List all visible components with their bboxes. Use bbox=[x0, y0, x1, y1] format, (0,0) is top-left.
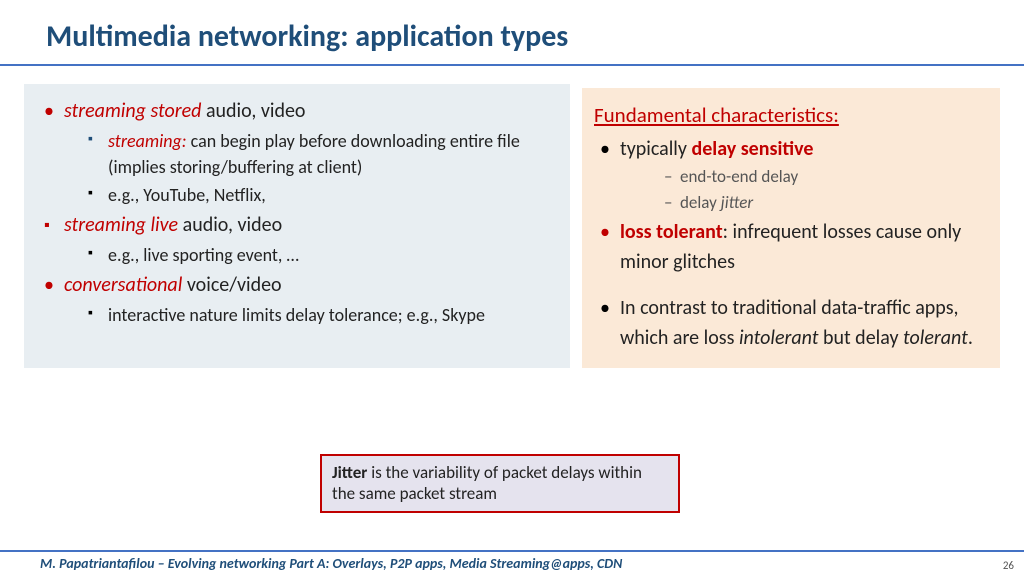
text: but delay bbox=[818, 326, 903, 350]
right-panel: Fundamental characteristics: typically d… bbox=[582, 88, 1000, 368]
emphasis-text: streaming stored bbox=[64, 99, 201, 123]
footer-divider bbox=[0, 550, 1024, 552]
panel-heading: Fundamental characteristics: bbox=[594, 102, 839, 128]
jitter-callout: Jitter is the variability of packet dela… bbox=[320, 454, 680, 513]
emphasis-text: tolerant bbox=[903, 326, 968, 350]
text: voice/video bbox=[182, 273, 281, 297]
emphasis-text: streaming: bbox=[108, 130, 187, 152]
list-item: typically delay sensitive end-to-end del… bbox=[594, 134, 984, 215]
emphasis-text: delay sensitive bbox=[691, 137, 813, 161]
list-item: conversational voice/video interactive n… bbox=[38, 270, 556, 328]
list-item: delay jitter bbox=[620, 190, 984, 216]
emphasis-text: Jitter bbox=[332, 462, 367, 483]
app-types-list: streaming stored audio, video streaming:… bbox=[38, 96, 556, 328]
list-item: streaming: can begin play before downloa… bbox=[64, 128, 556, 180]
emphasis-text: intolerant bbox=[739, 326, 818, 350]
emphasis-text: conversational bbox=[64, 273, 182, 297]
list-item: streaming stored audio, video streaming:… bbox=[38, 96, 556, 208]
list-item: e.g., live sporting event, … bbox=[64, 242, 556, 268]
title-divider bbox=[0, 64, 1024, 66]
footer-text: M. Papatriantafilou – Evolving networkin… bbox=[40, 555, 622, 572]
left-panel: streaming stored audio, video streaming:… bbox=[24, 84, 570, 368]
characteristics-list: typically delay sensitive end-to-end del… bbox=[594, 134, 984, 277]
emphasis-text: loss tolerant bbox=[620, 220, 723, 244]
emphasis-text: streaming live bbox=[64, 213, 178, 237]
list-item: interactive nature limits delay toleranc… bbox=[64, 302, 556, 328]
page-title: Multimedia networking: application types bbox=[46, 18, 568, 55]
emphasis-text: jitter bbox=[721, 192, 754, 213]
list-item: In contrast to traditional data-traffic … bbox=[594, 293, 984, 353]
list-item: ▪ streaming live audio, video e.g., live… bbox=[38, 210, 556, 268]
text: audio, video bbox=[201, 99, 305, 123]
text: audio, video bbox=[178, 213, 282, 237]
list-item: loss tolerant: infrequent losses cause o… bbox=[594, 217, 984, 277]
text: typically bbox=[620, 137, 691, 161]
text: is the variability of packet delays with… bbox=[332, 462, 642, 504]
page-number: 26 bbox=[1003, 559, 1014, 572]
slide: Multimedia networking: application types… bbox=[0, 0, 1024, 576]
list-item: e.g., YouTube, Netflix, bbox=[64, 182, 556, 208]
text: . bbox=[968, 326, 973, 350]
text: delay bbox=[680, 192, 721, 213]
list-item: end-to-end delay bbox=[620, 164, 984, 190]
